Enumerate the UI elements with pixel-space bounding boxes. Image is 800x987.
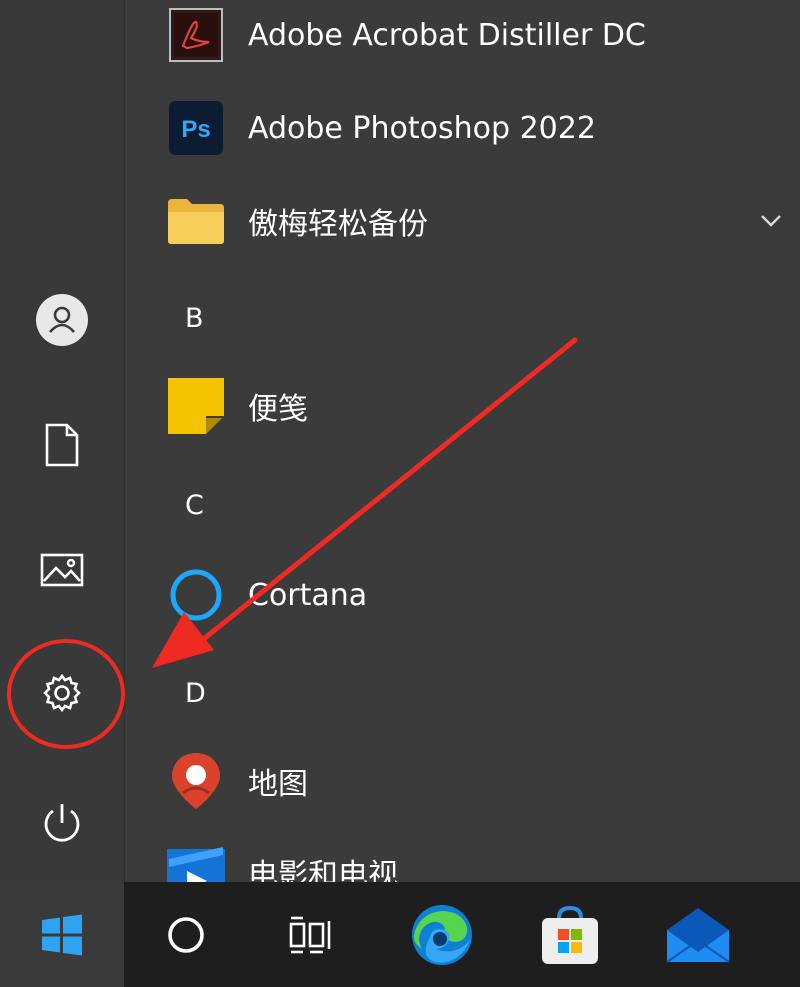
edge-browser-button[interactable] — [380, 882, 504, 987]
settings-gear-icon — [43, 673, 81, 713]
app-label: 地图 — [248, 767, 308, 802]
documents-button[interactable] — [14, 400, 110, 490]
app-item-maps[interactable]: 地图 — [125, 736, 800, 826]
app-label: 电影和电视 — [248, 858, 398, 882]
app-label: 傲梅轻松备份 — [248, 207, 428, 242]
acrobat-distiller-icon — [169, 8, 223, 62]
user-icon — [36, 294, 88, 346]
user-account-button[interactable] — [14, 275, 110, 365]
app-label: 便笺 — [248, 392, 308, 427]
app-item-sticky-notes[interactable]: 便笺 — [125, 361, 800, 451]
folder-icon — [168, 199, 224, 244]
chevron-down-icon[interactable] — [760, 214, 782, 228]
taskbar — [0, 882, 800, 987]
sticky-notes-icon — [168, 378, 224, 434]
settings-button[interactable] — [14, 648, 110, 738]
start-sidebar — [0, 0, 125, 882]
mail-icon — [666, 907, 730, 963]
app-item-acrobat-distiller[interactable]: Adobe Acrobat Distiller DC — [125, 0, 800, 80]
document-icon — [45, 423, 79, 467]
app-label: Cortana — [248, 577, 368, 613]
edge-browser-icon — [412, 904, 472, 965]
pictures-icon — [40, 553, 84, 587]
task-view-button[interactable] — [248, 882, 372, 987]
cortana-icon — [170, 569, 222, 621]
app-item-movies-tv[interactable]: 电影和电视 — [125, 827, 800, 882]
microsoft-store-button[interactable] — [508, 882, 632, 987]
microsoft-store-icon — [542, 905, 598, 964]
group-letter-c[interactable]: C — [185, 490, 204, 521]
app-label: Adobe Acrobat Distiller DC — [248, 17, 646, 53]
app-item-photoshop[interactable]: Ps Adobe Photoshop 2022 — [125, 83, 800, 173]
group-letter-b[interactable]: B — [185, 303, 204, 334]
power-button[interactable] — [14, 778, 110, 868]
movies-tv-icon — [167, 847, 225, 882]
svg-text:Ps: Ps — [181, 116, 210, 143]
cortana-search-button[interactable] — [124, 882, 248, 987]
group-letter-d[interactable]: D — [185, 678, 206, 709]
app-item-cortana[interactable]: Cortana — [125, 550, 800, 640]
photoshop-icon: Ps — [169, 101, 223, 155]
app-list: Adobe Acrobat Distiller DC Ps Adobe Phot… — [125, 0, 800, 882]
maps-icon — [172, 753, 220, 809]
pictures-button[interactable] — [14, 525, 110, 615]
power-icon — [44, 804, 80, 842]
task-view-icon — [289, 916, 331, 953]
start-button[interactable] — [0, 882, 124, 987]
app-label: Adobe Photoshop 2022 — [248, 110, 596, 146]
mail-button[interactable] — [636, 882, 760, 987]
cortana-search-icon — [168, 916, 204, 953]
app-folder-aomei-backupper[interactable]: 傲梅轻松备份 — [125, 176, 800, 266]
windows-start-icon — [42, 914, 82, 955]
